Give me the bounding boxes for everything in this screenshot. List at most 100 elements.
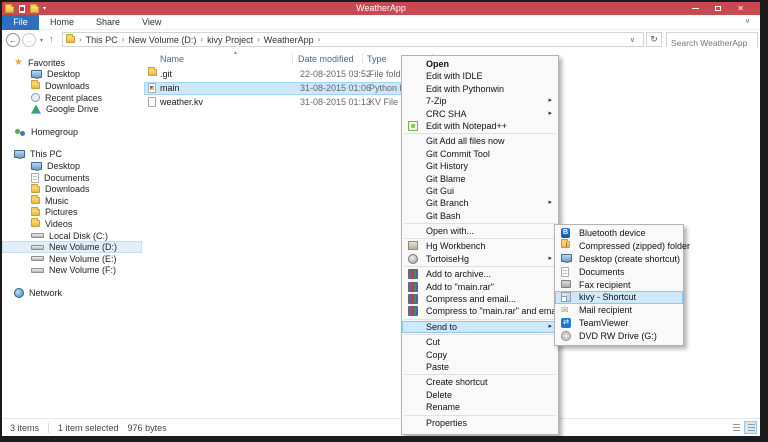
sendto-item-kivy-shortcut[interactable]: kivy - Shortcut — [555, 291, 683, 304]
sidebar-item-downloads[interactable]: Downloads — [2, 80, 142, 92]
menu-item-copy[interactable]: Copy — [402, 349, 558, 361]
address-dropdown-icon[interactable]: ∨ — [630, 36, 635, 44]
sidebar-label: New Volume (F:) — [49, 265, 116, 275]
breadcrumb-kivy-project[interactable]: kivy Project — [207, 35, 253, 45]
menu-item-git-bash[interactable]: Git Bash — [402, 210, 558, 222]
sendto-item-mail-recipient[interactable]: ✉Mail recipient — [555, 304, 683, 317]
sendto-item-documents[interactable]: Documents — [555, 266, 683, 279]
menu-item-compress-and-email[interactable]: Compress and email... — [402, 293, 558, 305]
sendto-item-teamviewer[interactable]: ⇄TeamViewer — [555, 317, 683, 330]
notepadpp-icon — [408, 121, 418, 131]
menu-item-create-shortcut[interactable]: Create shortcut — [402, 376, 558, 388]
refresh-icon[interactable]: ↻ — [646, 32, 662, 47]
sidebar-item-pc-videos[interactable]: Videos — [2, 218, 142, 230]
menu-item-git-branch[interactable]: Git Branch▸ — [402, 197, 558, 209]
menu-item-add-to-main-rar[interactable]: Add to "main.rar" — [402, 281, 558, 293]
dvd-icon — [561, 331, 571, 341]
sendto-item-bluetooth-device[interactable]: BBluetooth device — [555, 227, 683, 240]
sidebar-item-this-pc[interactable]: This PC — [2, 149, 142, 161]
tab-file[interactable]: File — [2, 15, 39, 30]
sendto-item-fax-recipient[interactable]: Fax recipient — [555, 279, 683, 292]
menu-item-open[interactable]: Open — [402, 58, 558, 70]
breadcrumb-weatherapp[interactable]: WeatherApp — [264, 35, 314, 45]
file-row-main[interactable]: main 31-08-2015 01:06 Python File — [144, 82, 422, 95]
ribbon-expand-icon[interactable]: ∨ — [745, 17, 750, 25]
tab-view[interactable]: View — [131, 15, 172, 29]
sidebar-label: Documents — [44, 173, 90, 183]
file-name: main — [160, 83, 180, 93]
python-file-icon — [148, 83, 156, 93]
thumbnail-view-icon[interactable] — [729, 421, 742, 434]
menu-item-compress-to-main-rar-and-email[interactable]: Compress to "main.rar" and email — [402, 305, 558, 317]
sidebar-item-new-volume-e[interactable]: New Volume (E:) — [2, 253, 142, 265]
sidebar-item-favorites[interactable]: ★ Favorites — [2, 57, 142, 69]
menu-label: Hg Workbench — [426, 241, 485, 251]
column-divider[interactable] — [292, 53, 293, 64]
sidebar-item-network[interactable]: Network — [2, 287, 142, 299]
menu-item-git-gui[interactable]: Git Gui — [402, 185, 558, 197]
menu-item-delete[interactable]: Delete — [402, 389, 558, 401]
menu-item-crc-sha[interactable]: CRC SHA▸ — [402, 108, 558, 120]
menu-item-send-to[interactable]: Send to▸ — [402, 321, 558, 333]
details-view-icon[interactable] — [744, 421, 757, 434]
menu-item-open-with[interactable]: Open with... — [402, 225, 558, 237]
sidebar-item-pc-music[interactable]: Music — [2, 195, 142, 207]
breadcrumb[interactable]: › This PC › New Volume (D:) › kivy Proje… — [62, 32, 644, 47]
file-row-weather-kv[interactable]: weather.kv 31-08-2015 01:13 KV File — [144, 96, 422, 109]
menu-item-tortoisehg[interactable]: TortoiseHg▸ — [402, 253, 558, 265]
maximize-icon[interactable] — [715, 6, 721, 11]
minimize-icon[interactable] — [692, 8, 699, 9]
menu-item-git-blame[interactable]: Git Blame — [402, 173, 558, 185]
menu-item-rename[interactable]: Rename — [402, 401, 558, 413]
sidebar-item-new-volume-f[interactable]: New Volume (F:) — [2, 265, 142, 277]
menu-label: Mail recipient — [579, 305, 632, 315]
breadcrumb-new-volume-d[interactable]: New Volume (D:) — [128, 35, 196, 45]
network-group: Network — [2, 287, 142, 299]
search-input[interactable] — [667, 37, 757, 50]
tab-home[interactable]: Home — [39, 15, 85, 29]
sidebar-item-desktop[interactable]: Desktop — [2, 69, 142, 81]
sidebar-item-homegroup[interactable]: Homegroup — [2, 126, 142, 138]
breadcrumb-this-pc[interactable]: This PC — [86, 35, 118, 45]
menu-item-properties[interactable]: Properties — [402, 417, 558, 429]
menu-item-git-commit-tool[interactable]: Git Commit Tool — [402, 148, 558, 160]
sendto-item-dvd-rw-drive[interactable]: DVD RW Drive (G:) — [555, 330, 683, 343]
sidebar-item-new-volume-d[interactable]: New Volume (D:) — [2, 241, 142, 253]
file-row-git[interactable]: .git 22-08-2015 03:52 File folder — [144, 68, 422, 81]
status-bar: 3 items 1 item selected 976 bytes — [2, 418, 760, 436]
sidebar-label: Network — [29, 288, 62, 298]
sendto-item-compressed-folder[interactable]: Compressed (zipped) folder — [555, 240, 683, 253]
menu-item-add-to-archive[interactable]: Add to archive... — [402, 268, 558, 280]
menu-item-7zip[interactable]: 7-Zip▸ — [402, 95, 558, 107]
sidebar-item-local-disk-c[interactable]: Local Disk (C:) — [2, 230, 142, 242]
close-icon[interactable]: ✕ — [737, 2, 744, 15]
tab-share[interactable]: Share — [85, 15, 131, 29]
menu-item-cut[interactable]: Cut — [402, 336, 558, 348]
menu-item-git-add-all[interactable]: Git Add all files now — [402, 135, 558, 147]
column-header-date[interactable]: Date modified — [298, 54, 354, 64]
menu-item-edit-with-pythonwin[interactable]: Edit with Pythonwin — [402, 83, 558, 95]
column-header-name[interactable]: Name — [160, 54, 184, 64]
menu-item-edit-with-notepadpp[interactable]: Edit with Notepad++ — [402, 120, 558, 132]
menu-item-paste[interactable]: Paste — [402, 361, 558, 373]
file-type: KV File — [369, 97, 398, 107]
sendto-item-desktop-shortcut[interactable]: Desktop (create shortcut) — [555, 253, 683, 266]
column-divider[interactable] — [362, 53, 363, 64]
selection-size: 976 bytes — [128, 423, 167, 433]
up-button[interactable]: ↑ — [49, 34, 54, 44]
forward-button[interactable]: → — [22, 33, 36, 47]
star-icon: ★ — [14, 58, 23, 68]
back-button[interactable]: ← — [6, 33, 20, 47]
sidebar-item-recent-places[interactable]: Recent places — [2, 92, 142, 104]
kv-file-icon — [148, 97, 156, 107]
sidebar-item-pc-documents[interactable]: Documents — [2, 172, 142, 184]
menu-item-edit-with-idle[interactable]: Edit with IDLE — [402, 70, 558, 82]
sidebar-item-pc-desktop[interactable]: Desktop — [2, 160, 142, 172]
menu-item-git-history[interactable]: Git History — [402, 160, 558, 172]
sidebar-item-pc-pictures[interactable]: Pictures — [2, 207, 142, 219]
column-header-type[interactable]: Type — [367, 54, 387, 64]
sidebar-item-pc-downloads[interactable]: Downloads — [2, 183, 142, 195]
recent-locations-icon[interactable]: ▾ — [40, 37, 43, 44]
sidebar-item-google-drive[interactable]: Google Drive — [2, 103, 142, 115]
menu-item-hg-workbench[interactable]: Hg Workbench — [402, 240, 558, 252]
